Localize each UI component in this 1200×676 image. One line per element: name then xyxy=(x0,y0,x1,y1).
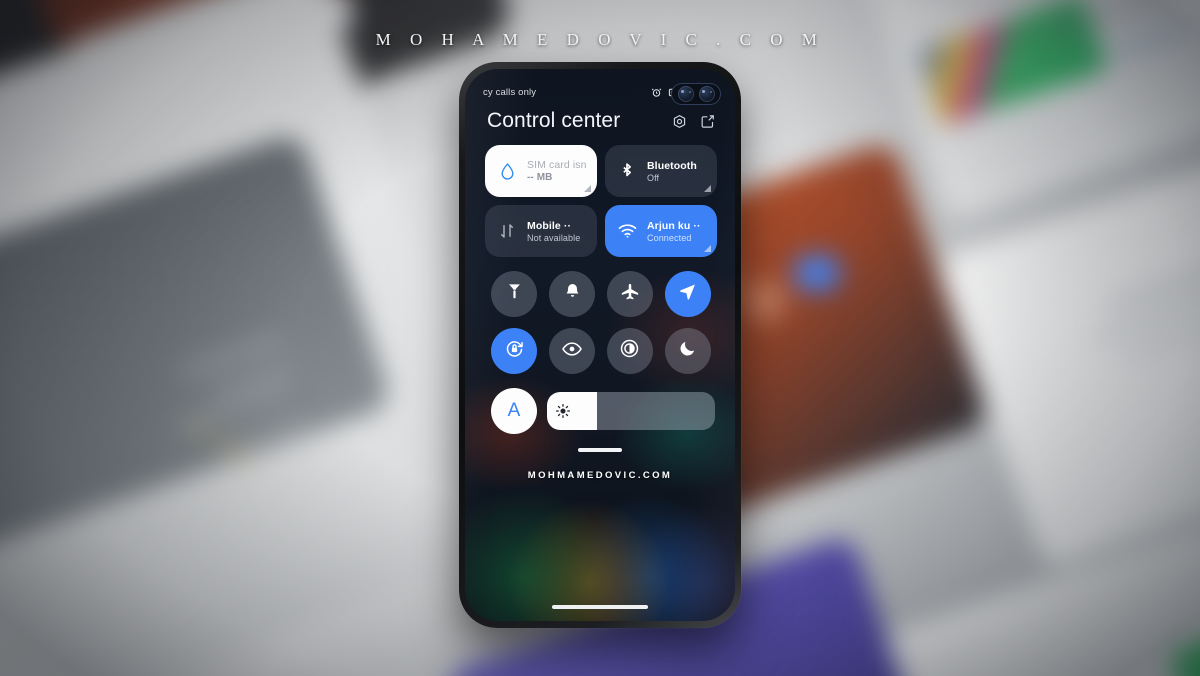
toggle-do-not-disturb[interactable] xyxy=(664,328,711,374)
bluetooth-icon xyxy=(616,162,638,181)
alarm-icon xyxy=(651,87,662,98)
tile-title: Arjun ku ·· xyxy=(647,219,701,232)
phone-device: cy calls only Control center SIM card is… xyxy=(459,62,741,628)
in-screen-watermark: MOHMAMEDOVIC.COM xyxy=(527,470,673,481)
tile-text: Mobile ·· Not available xyxy=(527,220,580,243)
status-carrier-text: cy calls only xyxy=(483,86,537,98)
tile-mobile-data[interactable]: Mobile ·· Not available xyxy=(485,205,597,257)
flashlight-icon xyxy=(505,282,524,306)
phone-screen: cy calls only Control center SIM card is… xyxy=(465,69,735,621)
tile-subtitle: -- MB xyxy=(527,172,553,183)
tile-title: Bluetooth xyxy=(647,159,697,172)
contrast-icon xyxy=(619,338,640,364)
wifi-icon xyxy=(616,223,638,239)
edit-icon[interactable] xyxy=(700,114,715,129)
toggle-location[interactable] xyxy=(664,271,711,317)
rotation-lock-icon xyxy=(504,338,525,364)
expand-corner-icon[interactable] xyxy=(704,245,711,252)
tile-wifi[interactable]: Arjun ku ·· Connected xyxy=(605,205,717,257)
tile-text: Arjun ku ·· Connected xyxy=(647,220,701,243)
toggle-airplane-mode[interactable] xyxy=(606,271,653,317)
moon-icon xyxy=(678,339,697,363)
toggle-grid xyxy=(465,257,735,374)
toggle-rotation-lock[interactable] xyxy=(491,328,538,374)
tile-text: SIM card isn't i -- MB xyxy=(527,159,587,183)
expand-corner-icon[interactable] xyxy=(704,185,711,192)
bell-icon xyxy=(563,282,582,306)
toggle-sound[interactable] xyxy=(549,271,596,317)
camera-lens-icon xyxy=(698,86,715,102)
eye-icon xyxy=(561,338,583,365)
tile-title: SIM card isn't i xyxy=(527,159,587,171)
location-icon xyxy=(678,282,697,306)
tile-text: Bluetooth Off xyxy=(647,160,697,183)
panel-drag-handle[interactable] xyxy=(578,448,622,452)
toggle-reading-mode[interactable] xyxy=(549,328,596,374)
camera-lens-icon xyxy=(677,86,694,102)
tile-title: Mobile ·· xyxy=(527,219,572,232)
brightness-slider[interactable] xyxy=(547,392,715,430)
tile-subtitle: Not available xyxy=(527,232,581,243)
airplane-icon xyxy=(620,282,640,307)
expand-corner-icon[interactable] xyxy=(584,185,591,192)
tile-data-saver[interactable]: SIM card isn't i -- MB xyxy=(485,145,597,197)
tile-subtitle: Connected xyxy=(647,232,692,243)
brightness-icon xyxy=(555,403,571,419)
top-watermark: M O H A M E D O V I C . C O M xyxy=(375,30,825,49)
home-indicator[interactable] xyxy=(552,605,648,609)
control-center-header: Control center xyxy=(465,103,735,133)
punch-hole-camera xyxy=(671,83,721,105)
toggle-dark-mode[interactable] xyxy=(606,328,653,374)
tile-bluetooth[interactable]: Bluetooth Off xyxy=(605,145,717,197)
page-title: Control center xyxy=(487,109,621,132)
mobile-data-icon xyxy=(496,222,518,240)
toggle-flashlight[interactable] xyxy=(491,271,538,317)
quick-settings-tiles: SIM card isn't i -- MB Bluetooth Off xyxy=(465,133,735,257)
brightness-row: A xyxy=(465,374,735,434)
tile-subtitle: Off xyxy=(647,172,660,183)
settings-icon[interactable] xyxy=(672,114,687,129)
water-drop-icon xyxy=(496,162,518,181)
auto-brightness-button[interactable]: A xyxy=(491,388,537,434)
header-actions xyxy=(672,114,715,129)
